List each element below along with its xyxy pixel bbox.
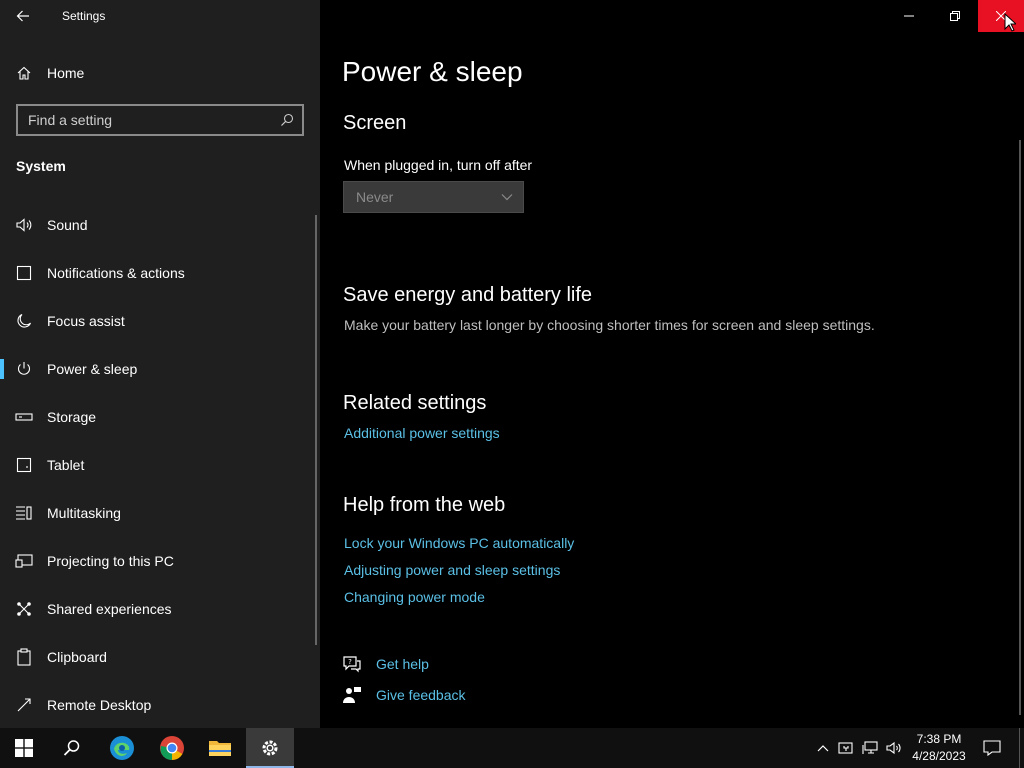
sidebar-item-label: Clipboard [47,649,107,665]
edge-browser-icon [110,736,134,760]
folder-icon [209,741,231,756]
sidebar-item-label: Storage [47,409,97,425]
sidebar-item-label: Remote Desktop [47,697,152,713]
main-scrollbar[interactable] [1019,140,1021,715]
clock-date: 4/28/2023 [912,749,966,763]
chevron-down-icon [501,194,513,201]
get-help-link[interactable]: Get help [376,656,429,672]
dropdown-value: Never [356,189,394,205]
sidebar-scrollbar[interactable] [315,215,317,645]
svg-text:?: ? [348,658,352,666]
system-tray [812,728,906,768]
settings-taskbar-button[interactable] [246,728,294,768]
power-icon [0,361,47,377]
sidebar-item-power-sleep[interactable]: Power & sleep [0,345,316,393]
home-label: Home [47,65,85,81]
sidebar-item-notifications[interactable]: Notifications & actions [0,249,316,297]
screen-timeout-dropdown[interactable]: Never [343,181,524,213]
remote-desktop-icon [0,697,47,713]
help-link-adjusting-power[interactable]: Adjusting power and sleep settings [344,562,560,578]
nav-list: Sound Notifications & actions Focus assi… [0,201,316,729]
sidebar-item-clipboard[interactable]: Clipboard [0,633,316,681]
windows-logo-icon [15,739,33,757]
related-heading: Related settings [343,392,487,414]
sidebar-item-label: Notifications & actions [47,265,185,281]
nav-home[interactable]: Home [0,56,320,90]
chevron-up-icon[interactable] [812,744,834,752]
sidebar-item-projecting[interactable]: Projecting to this PC [0,537,316,585]
screen-heading: Screen [343,112,407,134]
chat-help-icon: ? [343,656,361,673]
file-explorer-button[interactable] [196,728,244,768]
help-link-power-mode[interactable]: Changing power mode [344,589,485,605]
get-help-row[interactable]: ? Get help [342,655,429,673]
sidebar-item-multitasking[interactable]: Multitasking [0,489,316,537]
sidebar-item-label: Multitasking [47,505,121,521]
clipboard-icon [0,648,47,666]
sidebar-item-label: Focus assist [47,313,125,329]
energy-description: Make your battery last longer by choosin… [344,317,875,333]
speaker-icon [0,217,47,233]
back-arrow-icon [16,10,29,22]
energy-heading: Save energy and battery life [343,284,593,306]
action-center-button[interactable] [976,728,1008,768]
sidebar-item-remote-desktop[interactable]: Remote Desktop [0,681,316,729]
sidebar-item-tablet[interactable]: Tablet [0,441,316,489]
feedback-icon [343,687,361,703]
search-icon[interactable] [280,113,294,127]
gear-icon [262,740,278,756]
search-taskbar-button[interactable] [48,728,96,768]
volume-icon[interactable] [882,741,906,755]
sidebar-item-sound[interactable]: Sound [0,201,316,249]
tablet-icon [0,457,47,473]
notification-icon [983,740,1001,756]
search-icon [63,740,80,756]
chrome-browser-icon [160,736,184,760]
sidebar-item-label: Power & sleep [47,361,138,377]
sidebar-item-shared-experiences[interactable]: Shared experiences [0,585,316,633]
sidebar-item-label: Shared experiences [47,601,172,617]
projecting-icon [0,553,47,569]
taskbar-clock[interactable]: 7:38 PM 4/28/2023 [904,731,974,765]
section-title: System [16,158,66,174]
notification-icon [0,265,47,281]
title-bar: Settings [0,0,320,32]
clock-time: 7:38 PM [916,732,962,746]
multitasking-icon [0,505,47,521]
shared-icon [0,601,47,617]
sidebar-item-label: Tablet [47,457,85,473]
battery-plug-icon[interactable] [834,741,858,755]
back-button[interactable] [0,0,46,32]
taskbar: 7:38 PM 4/28/2023 [0,728,1024,768]
sidebar-item-label: Sound [47,217,88,233]
start-button[interactable] [0,728,48,768]
search-input[interactable] [18,112,268,128]
show-desktop-button[interactable] [1019,728,1020,768]
plugged-in-label: When plugged in, turn off after [344,157,533,173]
mouse-cursor-icon [1004,13,1016,32]
page-title: Power & sleep [342,56,523,87]
chrome-button[interactable] [148,728,196,768]
main-content: Power & sleep Screen When plugged in, tu… [320,0,1024,728]
sidebar-item-focus-assist[interactable]: Focus assist [0,297,316,345]
give-feedback-row[interactable]: Give feedback [342,686,466,704]
storage-icon [0,411,47,423]
give-feedback-link[interactable]: Give feedback [376,687,466,703]
sidebar-item-storage[interactable]: Storage [0,393,316,441]
help-heading: Help from the web [343,494,506,516]
home-icon [0,65,47,81]
sidebar-item-label: Projecting to this PC [47,553,174,569]
edge-button[interactable] [98,728,146,768]
help-link-lock-pc[interactable]: Lock your Windows PC automatically [344,535,574,551]
search-box [16,104,304,136]
settings-sidebar: Settings Home System Sound Notifications… [0,0,320,728]
additional-power-settings-link[interactable]: Additional power settings [344,425,500,441]
moon-icon [0,313,47,329]
network-icon[interactable] [858,741,882,755]
app-title: Settings [62,9,106,23]
